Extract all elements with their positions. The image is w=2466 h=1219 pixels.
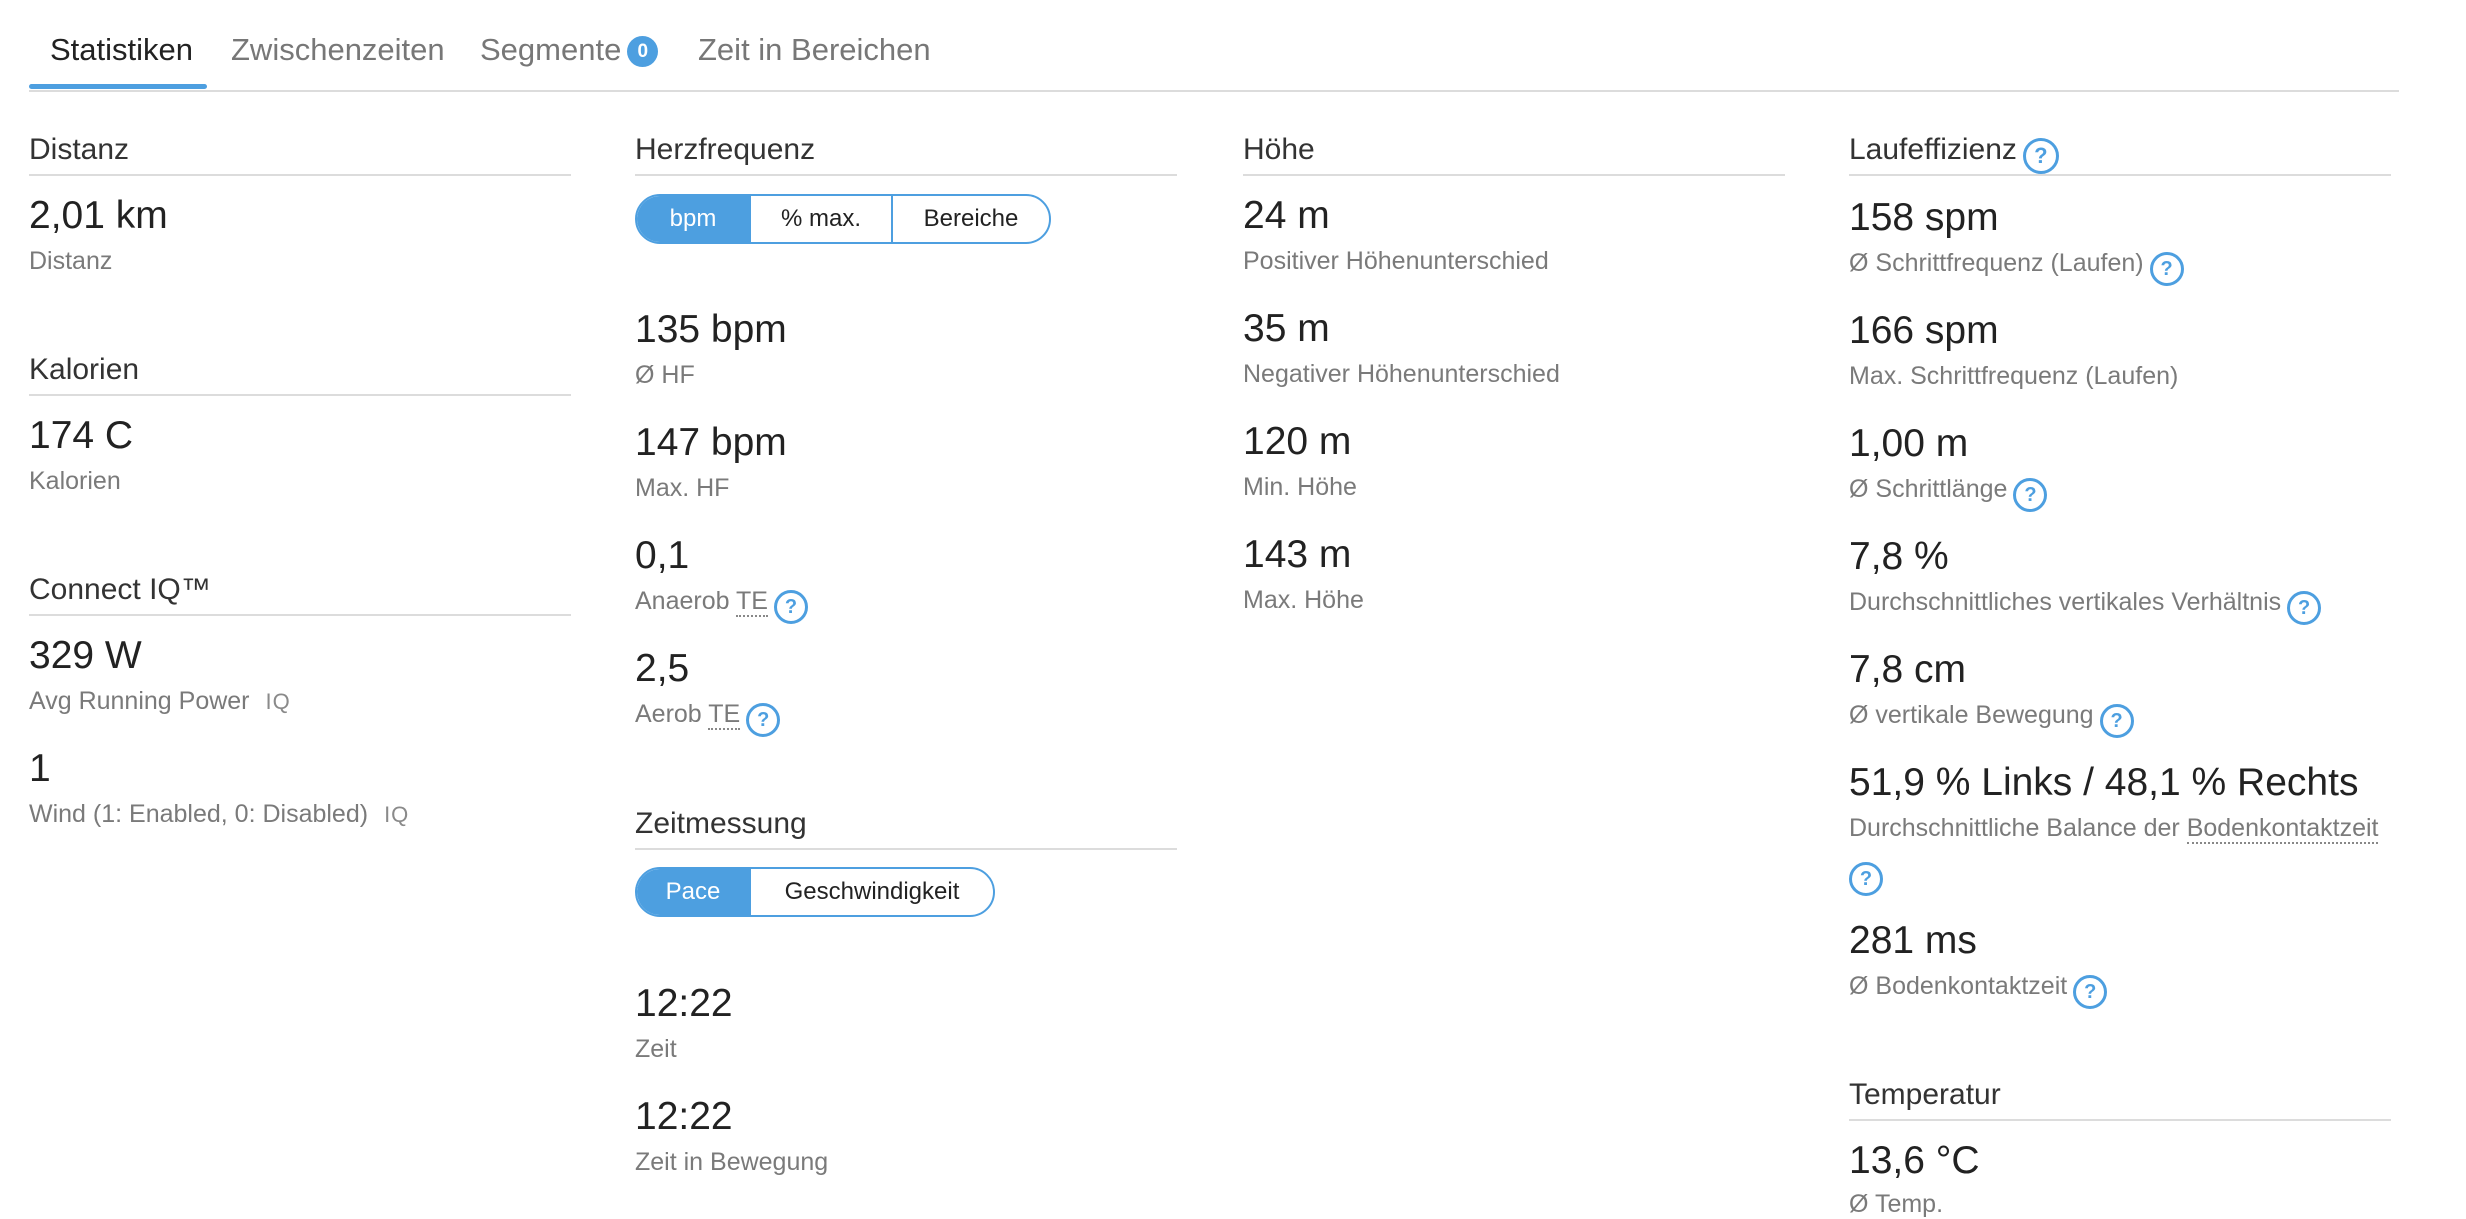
help-icon[interactable]: ? <box>2022 138 2059 174</box>
te-abbreviation[interactable]: TE <box>736 587 768 617</box>
ground-contact-time-label: Ø Bodenkontaktzeit? <box>1849 971 2108 1009</box>
max-elevation-label: Max. Höhe <box>1243 586 1364 614</box>
vertical-oscillation-value: 7,8 cm <box>1849 648 1967 691</box>
ground-contact-time-label-text: Ø Bodenkontaktzeit <box>1849 972 2068 1000</box>
tab-segmente-label: Segmente <box>480 32 622 67</box>
calories-value: 174 C <box>29 414 134 457</box>
avg-running-power-value: 329 W <box>29 634 142 677</box>
anaerobic-te-value: 0,1 <box>635 534 690 577</box>
elevation-loss-label: Negativer Höhenunterschied <box>1243 360 1560 388</box>
calories-section-title: Kalorien <box>29 354 571 396</box>
calories-label: Kalorien <box>29 467 121 495</box>
wind-label-text: Wind (1: Enabled, 0: Disabled) <box>29 800 369 828</box>
tab-segmente[interactable]: Segmente 0 <box>480 32 659 68</box>
wind-label: Wind (1: Enabled, 0: Disabled) IQ <box>29 799 409 830</box>
avg-temperature-value: 13,6 °C <box>1849 1139 1980 1182</box>
min-elevation-value: 120 m <box>1243 420 1352 463</box>
help-icon[interactable]: ? <box>2073 975 2108 1009</box>
stride-length-label-text: Ø Schrittlänge <box>1849 475 2008 503</box>
tab-statistiken[interactable]: Statistiken <box>50 32 193 68</box>
timing-toggle-pace[interactable]: Pace <box>637 869 749 915</box>
heart-rate-unit-toggle: bpm % max. Bereiche <box>635 194 1051 244</box>
wind-value: 1 <box>29 747 51 790</box>
distance-value: 2,01 km <box>29 194 168 237</box>
elevation-gain-label: Positiver Höhenunterschied <box>1243 247 1549 275</box>
connect-iq-icon: IQ <box>265 689 291 714</box>
help-icon[interactable]: ? <box>2149 252 2184 286</box>
elevation-section-title: Höhe <box>1243 134 1785 176</box>
gct-balance-label: Durchschnittliche Balance der Bodenkonta… <box>1849 813 2379 844</box>
max-hr-label: Max. HF <box>635 474 730 502</box>
temperature-section-title: Temperatur <box>1849 1079 2391 1121</box>
stride-length-value: 1,00 m <box>1849 422 1969 465</box>
gct-balance-help: ? <box>1843 858 1883 896</box>
anaerobic-te-label: Anaerob TE? <box>635 586 808 624</box>
timing-toggle-speed[interactable]: Geschwindigkeit <box>749 869 993 915</box>
vertical-ratio-value: 7,8 % <box>1849 535 1949 578</box>
avg-cadence-label: Ø Schrittfrequenz (Laufen)? <box>1849 248 2184 286</box>
help-icon[interactable]: ? <box>2099 704 2134 738</box>
max-hr-value: 147 bpm <box>635 421 787 464</box>
avg-hr-value: 135 bpm <box>635 308 787 351</box>
min-elevation-label: Min. Höhe <box>1243 473 1357 501</box>
elevation-loss-value: 35 m <box>1243 307 1330 350</box>
aerobic-te-label: Aerob TE? <box>635 699 781 737</box>
connect-iq-icon: IQ <box>384 802 410 827</box>
ground-contact-time-value: 281 ms <box>1849 919 1977 962</box>
aerobic-te-label-text: Aerob <box>635 700 702 728</box>
timing-unit-toggle: Pace Geschwindigkeit <box>635 867 995 917</box>
tab-bar: Statistiken Zwischenzeiten Segmente 0 Zei… <box>29 0 2399 92</box>
timing-section-title: Zeitmessung <box>635 808 1177 850</box>
moving-time-label: Zeit in Bewegung <box>635 1148 829 1176</box>
aerobic-te-value: 2,5 <box>635 647 690 690</box>
ground-contact-time-link[interactable]: Bodenkontaktzeit <box>2186 814 2379 844</box>
gct-balance-value: 51,9 % Links / 48,1 % Rechts <box>1849 761 2359 804</box>
time-label: Zeit <box>635 1035 677 1063</box>
avg-hr-label: Ø HF <box>635 361 695 389</box>
moving-time-value: 12:22 <box>635 1095 733 1138</box>
elevation-gain-value: 24 m <box>1243 194 1330 237</box>
hr-toggle-bpm[interactable]: bpm <box>637 196 749 242</box>
help-icon[interactable]: ? <box>2287 591 2322 625</box>
stride-length-label: Ø Schrittlänge? <box>1849 474 2048 512</box>
distance-label: Distanz <box>29 247 113 275</box>
distance-section-title: Distanz <box>29 134 571 176</box>
max-cadence-value: 166 spm <box>1849 309 1999 352</box>
anaerobic-te-label-text: Anaerob <box>635 587 730 615</box>
hr-toggle-zones[interactable]: Bereiche <box>891 196 1049 242</box>
heart-rate-section-title: Herzfrequenz <box>635 134 1177 176</box>
max-cadence-label: Max. Schrittfrequenz (Laufen) <box>1849 362 2179 390</box>
avg-running-power-label-text: Avg Running Power <box>29 687 250 715</box>
gct-balance-label-text: Durchschnittliche Balance der <box>1849 814 2180 842</box>
connect-iq-section-title: Connect IQ™ <box>29 574 571 616</box>
help-icon[interactable]: ? <box>1849 862 1883 896</box>
help-icon[interactable]: ? <box>2013 478 2048 512</box>
vertical-ratio-label-text: Durchschnittliches vertikales Verhältnis <box>1849 588 2282 616</box>
running-dynamics-section-title: Laufeffizienz? <box>1849 134 2391 176</box>
tab-zeit-in-bereichen[interactable]: Zeit in Bereichen <box>698 32 931 68</box>
hr-toggle-percent-max[interactable]: % max. <box>749 196 891 242</box>
avg-cadence-label-text: Ø Schrittfrequenz (Laufen) <box>1849 249 2144 277</box>
avg-temperature-label: Ø Temp. <box>1849 1190 1944 1218</box>
tab-zwischenzeiten[interactable]: Zwischenzeiten <box>231 32 445 68</box>
activity-stats-page: Statistiken Zwischenzeiten Segmente 0 Zei… <box>0 0 2466 1218</box>
active-tab-indicator <box>29 84 207 89</box>
vertical-ratio-label: Durchschnittliches vertikales Verhältnis… <box>1849 587 2322 625</box>
help-icon[interactable]: ? <box>773 590 808 624</box>
avg-cadence-value: 158 spm <box>1849 196 1999 239</box>
time-value: 12:22 <box>635 982 733 1025</box>
vertical-oscillation-label: Ø vertikale Bewegung? <box>1849 700 2134 738</box>
running-dynamics-title-text: Laufeffizienz <box>1849 133 2017 166</box>
help-icon[interactable]: ? <box>746 703 781 737</box>
vertical-oscillation-label-text: Ø vertikale Bewegung <box>1849 701 2094 729</box>
te-abbreviation[interactable]: TE <box>708 700 741 730</box>
max-elevation-value: 143 m <box>1243 533 1352 576</box>
segment-count-badge: 0 <box>627 36 659 67</box>
avg-running-power-label: Avg Running Power IQ <box>29 686 291 717</box>
